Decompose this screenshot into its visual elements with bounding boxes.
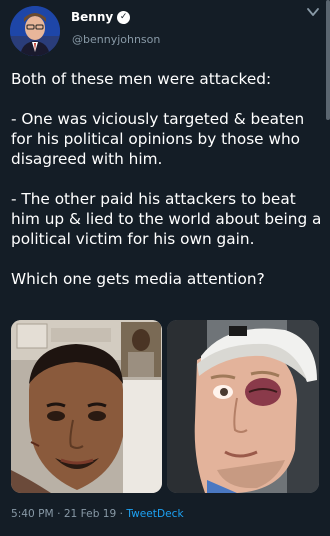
tweet-source-link[interactable]: TweetDeck — [126, 508, 183, 520]
tweet-line: Which one gets media attention? — [11, 270, 265, 288]
tweet-line: Both of these men were attacked: — [11, 70, 272, 88]
tweet-text: Both of these men were attacked: - One w… — [11, 69, 323, 289]
scrollbar[interactable] — [326, 0, 330, 120]
author-handle[interactable]: @bennyjohnson — [72, 33, 160, 46]
tweet-line: political victim for his own gain. — [11, 230, 255, 248]
chevron-down-icon[interactable] — [306, 6, 320, 18]
author-display-name[interactable]: Benny — [71, 10, 113, 24]
tweet-line: him up & lied to the world about being a — [11, 210, 322, 228]
verified-badge-icon: ✓ — [117, 10, 131, 24]
tweet-line: disagreed with him. — [11, 150, 163, 168]
media-photo-left[interactable] — [11, 320, 162, 493]
tweet-date[interactable]: 21 Feb 19 — [64, 508, 116, 520]
tweet-line: - One was viciously targeted & beaten — [11, 110, 305, 128]
photo-man-black-eye-cap — [167, 320, 319, 493]
photo-man-hospital-selfie — [11, 320, 162, 493]
tweet-time[interactable]: 5:40 PM — [11, 508, 54, 520]
tweet-metadata: 5:40 PM · 21 Feb 19 · TweetDeck — [11, 508, 184, 520]
tweet-line: - The other paid his attackers to beat — [11, 190, 296, 208]
avatar-photo — [10, 6, 60, 56]
author-name-row[interactable]: Benny ✓ — [71, 10, 131, 24]
media-photo-right[interactable] — [167, 320, 319, 493]
avatar[interactable] — [10, 6, 60, 56]
separator: · — [119, 508, 124, 520]
tweet-line: for his political opinions by those who — [11, 130, 301, 148]
separator: · — [57, 508, 61, 520]
